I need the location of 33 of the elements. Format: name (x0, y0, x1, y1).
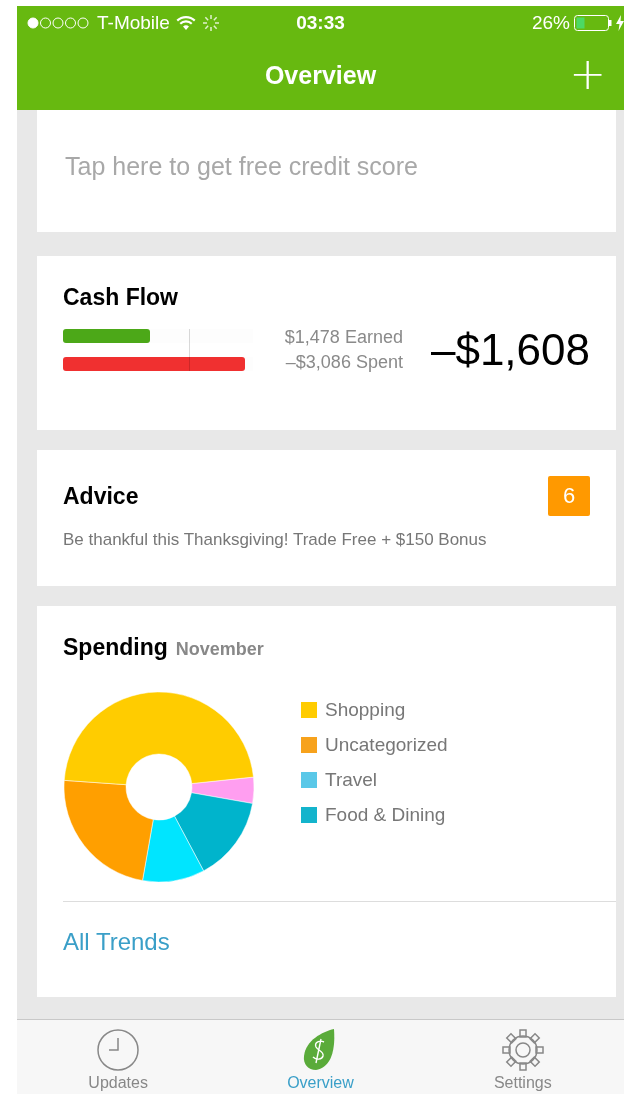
carrier-name: T-Mobile (97, 12, 170, 34)
clock-icon (96, 1028, 141, 1072)
tab-bar-item[interactable]: Overview (260, 1028, 381, 1092)
credit-score-prompt: Tap here to get free credit score (65, 152, 419, 181)
advice-message: Be thankful this Thanksgiving! Trade Free + $150 Bonus (63, 530, 488, 550)
charging-icon (616, 15, 624, 31)
legend-label: Shopping (325, 699, 406, 721)
card-title: Advice (63, 482, 139, 510)
clock-time: 03:33 (296, 12, 345, 33)
advice-count-badge: 6 (548, 476, 590, 516)
activity-spinner-icon (201, 14, 220, 32)
spending-period: November (175, 639, 264, 660)
tab-bar-item[interactable]: Settings (462, 1028, 583, 1092)
settings-icon (500, 1028, 545, 1072)
screen-title: Overview (264, 60, 377, 90)
battery-percent: 26% (531, 12, 570, 34)
cash-flow-label: $1,478 Earned (284, 327, 403, 348)
cash-flow-card[interactable]: Cash Flow $1,478 Earned –$3,086 Spent –$1,608 (37, 256, 616, 430)
legend-label: Food & Dining (325, 804, 446, 826)
legend-label: Travel (325, 769, 378, 791)
credit-score-card[interactable]: Tap here to get free credit score (37, 110, 616, 232)
net-cash-flow: –$1,608 (430, 325, 590, 375)
tab-bar-item[interactable]: Updates (58, 1028, 179, 1092)
add-button[interactable]: + (569, 54, 606, 94)
signal-icon (27, 17, 91, 29)
card-title: Cash Flow (63, 284, 179, 311)
battery-icon (574, 15, 612, 31)
cash-flow-label: –$3,086 Spent (285, 352, 403, 373)
all-trends-link[interactable]: All Trends (63, 928, 170, 956)
card-title: Spending (63, 634, 168, 661)
legend-label: Uncategorized (325, 734, 448, 756)
advice-card[interactable]: Advice 6 Be thankful this Thanksgiving! Trade Free + $150 Bonus (37, 450, 616, 586)
wifi-icon (175, 15, 196, 31)
